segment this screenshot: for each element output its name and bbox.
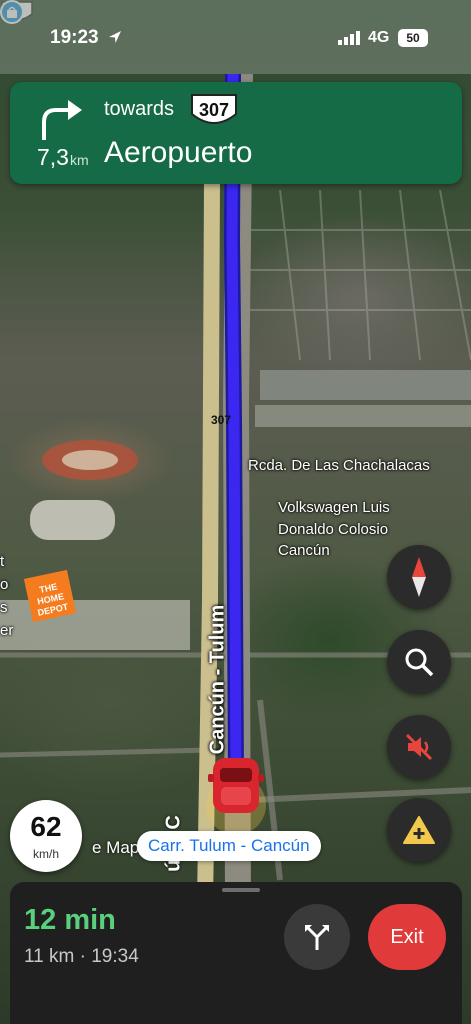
road-name-label: Cancún - Tulum [206, 604, 229, 755]
speedometer: 62 km/h [10, 800, 82, 872]
battery-indicator: 50 [398, 29, 428, 47]
building [260, 370, 471, 400]
network-type: 4G [368, 29, 390, 46]
mute-button[interactable] [387, 715, 451, 779]
signal-strength-icon [338, 31, 360, 45]
edge-label: s [0, 599, 8, 616]
highway-shield-number: 307 [210, 413, 232, 427]
edge-label: t [0, 553, 5, 570]
compass-button[interactable] [387, 545, 451, 609]
destination-name: Aeropuerto [104, 136, 253, 169]
navigation-screen: 307 Cancún - Tulum ún - C Rcda. De Las C… [0, 0, 471, 1024]
edge-label: er [0, 622, 14, 639]
eta-minutes: 12 min [24, 904, 116, 936]
status-time: 19:23 [50, 27, 99, 48]
building [0, 600, 190, 650]
status-bar: 19:23 4G 50 [0, 0, 471, 74]
distance-to-turn: 7,3km [37, 144, 89, 170]
building [255, 405, 471, 427]
compass-icon [412, 557, 426, 597]
route-shield-number: 307 [198, 100, 230, 120]
alternate-routes-button[interactable] [284, 904, 350, 970]
trip-summary-sheet[interactable]: 12 min 11 km · 19:34 Exit [10, 882, 462, 1024]
sheet-drag-handle[interactable] [222, 888, 260, 892]
poi-label[interactable]: Rcda. De Las Chachalacas [248, 456, 430, 476]
edge-label: o [0, 576, 9, 593]
towards-label: towards [104, 98, 175, 120]
speed-value: 62 [30, 811, 62, 842]
exit-navigation-button[interactable]: Exit [368, 904, 446, 970]
search-button[interactable] [387, 630, 451, 694]
turn-instruction-banner[interactable]: 7,3km towards 307 Aeropuerto [10, 82, 462, 184]
report-incident-button[interactable] [387, 798, 451, 862]
poi-label[interactable]: Cancún [278, 541, 330, 561]
route-fork-icon [305, 925, 329, 950]
turn-right-arrow-icon [42, 100, 82, 140]
search-icon [405, 648, 434, 677]
poi-label[interactable]: Volkswagen Luis [278, 498, 390, 518]
home-depot-logo: THE HOME DEPOT [23, 569, 77, 623]
speed-unit: km/h [32, 847, 59, 861]
building [30, 500, 115, 540]
poi-label[interactable]: Donaldo Colosio [278, 520, 388, 540]
location-arrow-icon [109, 31, 121, 43]
muted-speaker-icon [405, 733, 433, 761]
building [62, 450, 118, 470]
current-road-chip[interactable]: Carr. Tulum - Cancún [137, 831, 321, 861]
report-incident-icon [403, 816, 435, 844]
trip-distance-arrival: 11 km · 19:34 [24, 946, 139, 967]
